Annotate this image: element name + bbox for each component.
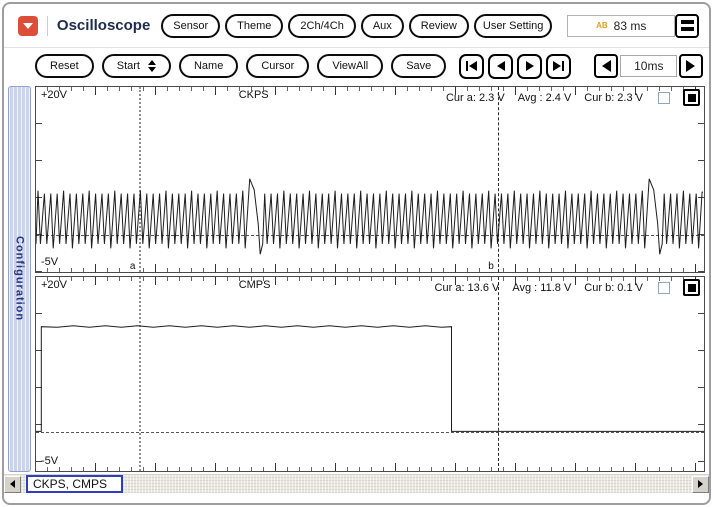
cursor-time-display: AB 83 ms [567, 14, 675, 37]
ckps-waveform [36, 178, 703, 255]
channel-checkbox[interactable] [658, 91, 670, 104]
avg-value: Avg : 11.8 V [512, 281, 572, 294]
reset-button[interactable]: Reset [35, 54, 94, 78]
transport-controls [459, 53, 572, 79]
next-icon [525, 61, 534, 71]
ab-cursors-icon: AB [596, 20, 608, 30]
title-divider [47, 15, 48, 36]
cursor-a-tag: a [128, 261, 137, 272]
channel-name: CMPS [238, 279, 271, 291]
cursor-a-value: Cur a: 13.6 V [434, 281, 500, 294]
scroll-left-icon [10, 480, 15, 488]
cursor-b-value: Cur b: 0.1 V [584, 281, 643, 294]
start-spinner-icon [147, 60, 156, 72]
scroll-left-button[interactable] [4, 475, 21, 493]
channel-color-button[interactable] [683, 89, 700, 106]
menu-icon [680, 27, 694, 31]
name-button[interactable]: Name [178, 54, 239, 78]
cursor-a-value: Cur a: 2.3 V [445, 91, 505, 104]
prev-button[interactable] [488, 53, 514, 79]
top-voltage-label: +20V [41, 279, 67, 291]
skip-start-button[interactable] [459, 53, 485, 79]
scroll-right-button[interactable] [692, 475, 709, 493]
timebase-increase-button[interactable] [679, 54, 704, 78]
toolbar: Reset Start Name Cursor ViewAll Save 10m… [4, 48, 709, 84]
start-button[interactable]: Start [101, 54, 171, 78]
scope-plots: +20V CKPS Cur a: 2.3 V Avg : 2.4 V Cur b… [35, 86, 705, 472]
cursor-time-value: 83 ms [613, 18, 647, 33]
active-channels-label: CKPS, CMPS [26, 475, 124, 493]
main-area: Configuration +20V CKPS Cur a: 2.3 V Avg… [4, 84, 709, 472]
bottom-voltage-label: -5V [41, 256, 59, 268]
sensor-button[interactable]: Sensor [161, 13, 221, 38]
title-bar: Oscilloscope Sensor Theme 2Ch/4Ch Aux Re… [4, 4, 709, 48]
skip-end-button[interactable] [546, 53, 572, 79]
channel-checkbox[interactable] [658, 281, 670, 294]
cursor-button[interactable]: Cursor [246, 54, 310, 78]
viewall-button[interactable]: ViewAll [317, 54, 384, 78]
cmps-waveform [36, 325, 704, 432]
cursor-b-tag: b [487, 261, 495, 272]
menu-icon [680, 20, 694, 24]
configuration-tab[interactable]: Configuration [8, 86, 31, 472]
user-setting-button[interactable]: User Setting [473, 13, 553, 38]
timebase-right-icon [686, 60, 696, 72]
prev-icon [496, 61, 505, 71]
save-button[interactable]: Save [391, 54, 447, 78]
menu-button[interactable] [675, 13, 699, 38]
channel-ckps: +20V CKPS Cur a: 2.3 V Avg : 2.4 V Cur b… [35, 86, 705, 273]
page-title: Oscilloscope [56, 17, 151, 34]
channel-header: +20V CKPS Cur a: 2.3 V Avg : 2.4 V Cur b… [41, 89, 700, 106]
cursor-b-value: Cur b: 2.3 V [584, 91, 643, 104]
bottom-voltage-label: -5V [41, 455, 59, 467]
app-window: Oscilloscope Sensor Theme 2Ch/4Ch Aux Re… [2, 2, 711, 505]
skip-start-icon [466, 61, 469, 71]
channel-header: +20V CMPS Cur a: 13.6 V Avg : 11.8 V Cur… [41, 279, 700, 296]
timebase-value: 10ms [620, 55, 678, 77]
avg-value: Avg : 2.4 V [517, 91, 572, 104]
top-voltage-label: +20V [41, 89, 67, 101]
timebase-decrease-button[interactable] [594, 54, 619, 78]
configuration-tab-label: Configuration [13, 236, 26, 322]
skip-end-icon [553, 61, 562, 71]
next-button[interactable] [517, 53, 543, 79]
theme-button[interactable]: Theme [225, 13, 284, 38]
channel-color-button[interactable] [683, 279, 700, 296]
channel-name: CKPS [238, 89, 269, 101]
aux-button[interactable]: Aux [360, 13, 404, 38]
review-button[interactable]: Review [408, 13, 469, 38]
scroll-right-icon [698, 480, 703, 488]
channel-mode-button[interactable]: 2Ch/4Ch [288, 13, 356, 38]
timebase-selector: 10ms [594, 54, 704, 78]
app-icon[interactable] [18, 15, 38, 36]
chevron-down-icon [23, 22, 33, 29]
channel-cmps: +20V CMPS Cur a: 13.6 V Avg : 11.8 V Cur… [35, 276, 705, 472]
status-scrollbar: CKPS, CMPS [4, 474, 709, 493]
